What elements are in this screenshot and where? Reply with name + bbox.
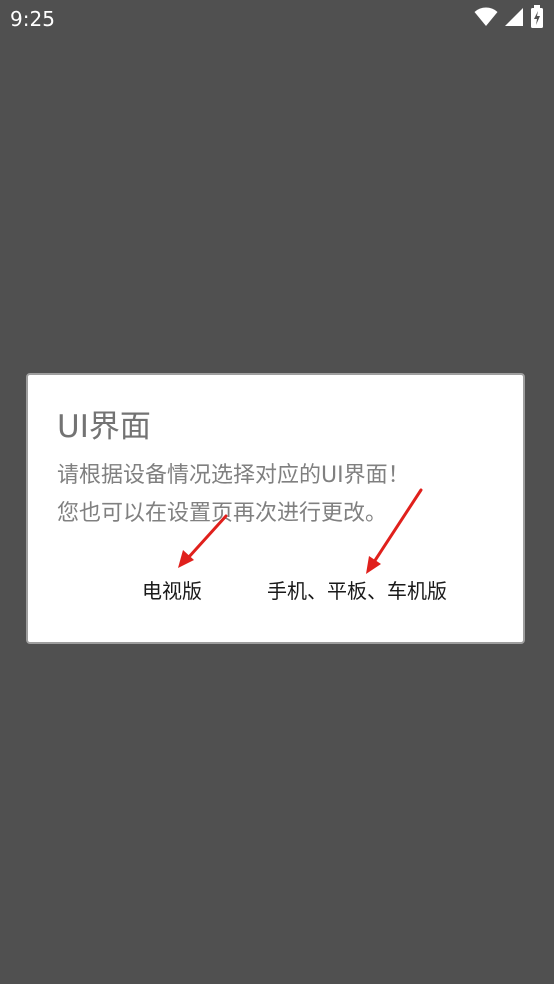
status-icons — [474, 5, 544, 33]
tv-version-button[interactable]: 电视版 — [136, 571, 208, 608]
dialog-message-line-1: 请根据设备情况选择对应的UI界面！ — [57, 463, 410, 488]
screen: 9:25 UI界面 请根据设备情况选择对应的UI界面！ 您也可以在设置页再次进行… — [0, 0, 554, 984]
dialog-message-line-2: 您也可以在设置页再次进行更改。 — [57, 501, 388, 526]
choose-ui-dialog: UI界面 请根据设备情况选择对应的UI界面！ 您也可以在设置页再次进行更改。 电… — [26, 373, 525, 644]
status-bar: 9:25 — [0, 0, 554, 38]
battery-charging-icon — [530, 5, 544, 33]
wifi-icon — [474, 7, 498, 31]
status-time: 9:25 — [10, 7, 55, 31]
mobile-tablet-car-version-button[interactable]: 手机、平板、车机版 — [261, 571, 453, 608]
dialog-title: UI界面 — [57, 409, 151, 445]
cell-signal-icon — [504, 7, 524, 31]
dialog-message: 请根据设备情况选择对应的UI界面！ 您也可以在设置页再次进行更改。 — [57, 457, 410, 533]
